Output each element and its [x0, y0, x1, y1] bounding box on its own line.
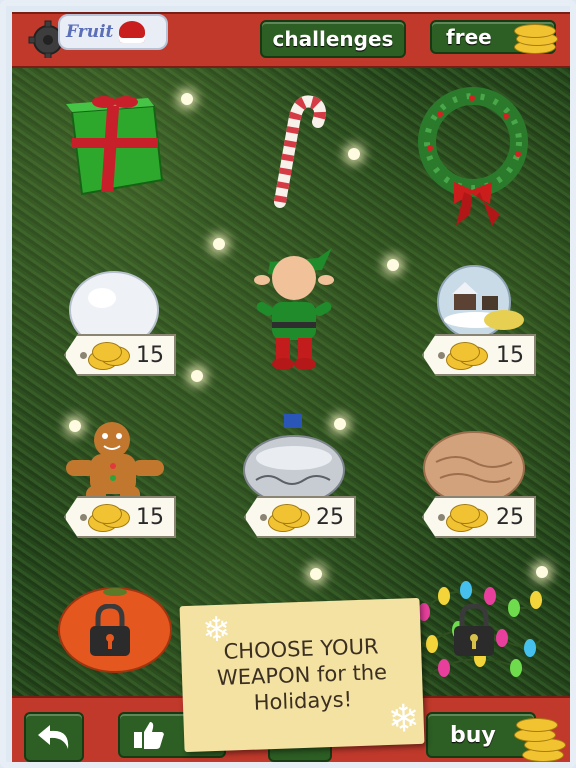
- snowball-price-tag[interactable]: 15: [64, 334, 176, 376]
- tree-light: [191, 370, 203, 382]
- coins-icon: [446, 504, 490, 534]
- walnut-item[interactable]: [422, 428, 526, 505]
- snowball-price: 15: [136, 342, 164, 368]
- thumbs-up-icon: [134, 722, 164, 749]
- tree-light: [310, 568, 322, 580]
- wreath-item[interactable]: [410, 84, 536, 232]
- coins-icon: [268, 504, 312, 534]
- santa-hat-icon: [119, 21, 146, 43]
- snowflake-icon: ❄: [386, 695, 421, 741]
- walnut-price: 25: [496, 504, 524, 530]
- elf-item[interactable]: [248, 244, 340, 372]
- free-label: free: [446, 25, 492, 49]
- tree-light: [181, 93, 193, 105]
- lock-icon: [88, 603, 132, 658]
- ornament-item[interactable]: [242, 412, 346, 505]
- tag-hole: [438, 514, 445, 521]
- app-frame: Fruit challenges free 15 15 15 25 25 buy…: [0, 0, 576, 768]
- tag-hole: [80, 514, 87, 521]
- ornament-price-tag[interactable]: 25: [244, 496, 356, 538]
- coin-stack-icon: [512, 712, 566, 762]
- ornament-price: 25: [316, 504, 344, 530]
- gift-box-item[interactable]: [62, 94, 166, 202]
- buy-label: buy: [450, 722, 496, 748]
- tree-light: [213, 238, 225, 250]
- challenges-label: challenges: [272, 27, 394, 51]
- logo-text: Fruit: [66, 22, 114, 42]
- back-button[interactable]: [24, 712, 84, 762]
- tag-hole: [80, 352, 87, 359]
- coin-stack-icon: [512, 22, 558, 54]
- coins-icon: [88, 504, 132, 534]
- tag-hole: [260, 514, 267, 521]
- snow-globe-item[interactable]: [424, 264, 528, 342]
- back-arrow-icon: [38, 725, 69, 749]
- gingerbread-price: 15: [136, 504, 164, 530]
- tag-hole: [438, 352, 445, 359]
- coins-icon: [446, 342, 490, 372]
- candy-cane-item[interactable]: [262, 88, 330, 210]
- snowflake-icon: ❄: [201, 609, 232, 651]
- snow-globe-price-tag[interactable]: 15: [422, 334, 536, 376]
- banner-text: CHOOSE YOUR WEAPON for the Holidays!: [216, 633, 389, 718]
- fruit-ninja-logo: Fruit: [58, 14, 168, 50]
- tree-light: [348, 148, 360, 160]
- tree-light: [387, 259, 399, 271]
- coins-icon: [88, 342, 132, 372]
- challenges-button[interactable]: challenges: [260, 20, 406, 58]
- snow-globe-price: 15: [496, 342, 524, 368]
- gingerbread-price-tag[interactable]: 15: [64, 496, 176, 538]
- lock-icon: [452, 603, 496, 658]
- walnut-price-tag[interactable]: 25: [422, 496, 536, 538]
- choose-weapon-banner: ❄ ❄ CHOOSE YOUR WEAPON for the Holidays!: [179, 597, 425, 753]
- tree-light: [536, 566, 548, 578]
